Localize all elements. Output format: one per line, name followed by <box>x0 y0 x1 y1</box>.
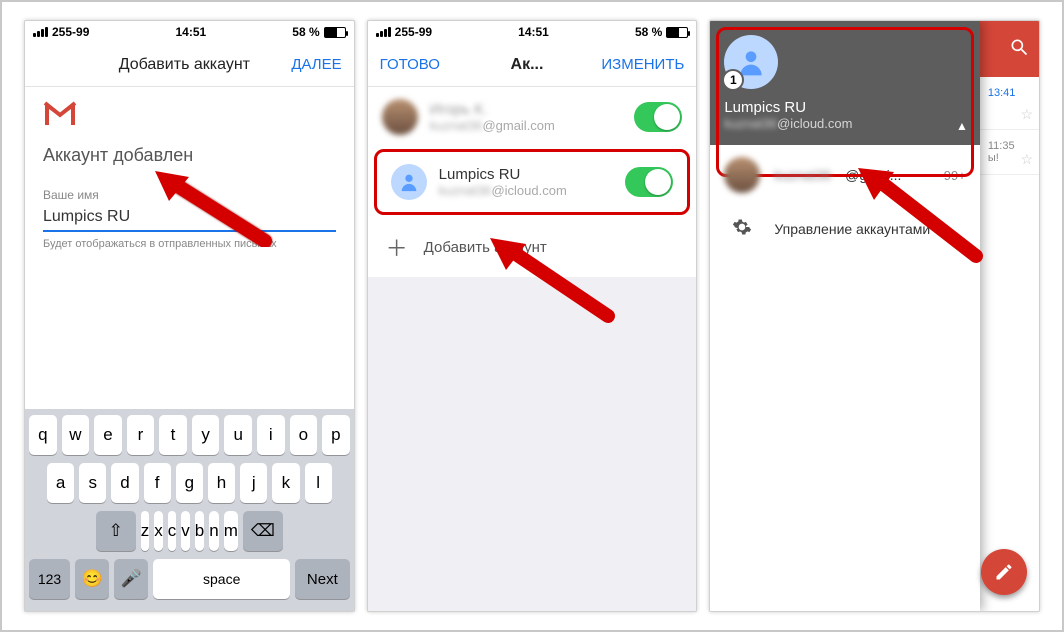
name-field-label: Ваше имя <box>43 188 336 202</box>
nav-title: Добавить аккаунт <box>117 56 252 74</box>
search-icon[interactable] <box>1009 37 1029 62</box>
status-time: 14:51 <box>518 25 549 39</box>
manage-accounts-label: Управление аккаунтами <box>774 221 930 237</box>
account-toggle[interactable] <box>625 167 673 197</box>
mail-item[interactable]: 13:41 ☆ <box>980 77 1039 130</box>
key-i[interactable]: i <box>257 415 285 455</box>
mail-item[interactable]: 11:35 ы! ☆ <box>980 130 1039 175</box>
key-u[interactable]: u <box>224 415 252 455</box>
key-b[interactable]: b <box>195 511 204 551</box>
keyboard[interactable]: qwertyuiop asdfghjkl ⇧ zxcvbnm ⌫ 123 😊 🎤… <box>25 409 354 611</box>
highlight-box: Lumpics RU kuznat36@icloud.com <box>374 149 691 215</box>
key-m[interactable]: m <box>224 511 238 551</box>
keyboard-next-key[interactable]: Next <box>295 559 350 599</box>
shift-key[interactable]: ⇧ <box>96 511 136 551</box>
plus-icon: ＋ <box>386 231 406 263</box>
avatar-icon <box>391 164 427 200</box>
status-time: 14:51 <box>175 25 206 39</box>
backspace-key[interactable]: ⌫ <box>243 511 283 551</box>
account-row-highlighted[interactable]: Lumpics RU kuznat36@icloud.com <box>377 152 688 212</box>
status-bar: 255-99 14:51 58 % <box>25 21 354 43</box>
avatar-icon <box>382 99 418 135</box>
phone-screen-3: 13:41 ☆ 11:35 ы! ☆ 1 Lumpics RU kuznat36… <box>709 20 1040 612</box>
space-key[interactable]: space <box>153 559 290 599</box>
edit-button[interactable]: ИЗМЕНИТЬ <box>594 56 684 73</box>
battery-icon <box>666 27 688 38</box>
manage-accounts-button[interactable]: Управление аккаунтами <box>710 205 980 252</box>
unread-count: 99+ <box>944 168 966 183</box>
carrier-label: 255-99 <box>395 25 432 39</box>
account-name: Lumpics RU <box>439 166 614 183</box>
drawer-account-email: kuznat36@icloud.com <box>724 116 966 131</box>
other-account-row[interactable]: kuznat36 @gmai... 99+ <box>710 145 980 205</box>
gmail-logo-icon <box>43 101 77 127</box>
key-n[interactable]: n <box>209 511 218 551</box>
key-s[interactable]: s <box>79 463 106 503</box>
key-h[interactable]: h <box>208 463 235 503</box>
inbox-underlay: 13:41 ☆ 11:35 ы! ☆ <box>980 21 1039 611</box>
star-icon[interactable]: ☆ <box>1020 106 1033 123</box>
add-account-label: Добавить аккаунт <box>424 239 547 256</box>
nav-bar: Добавить аккаунт ДАЛЕЕ <box>25 43 354 87</box>
key-c[interactable]: c <box>168 511 177 551</box>
key-g[interactable]: g <box>176 463 203 503</box>
key-f[interactable]: f <box>144 463 171 503</box>
carrier-label: 255-99 <box>52 25 89 39</box>
key-d[interactable]: d <box>111 463 138 503</box>
key-r[interactable]: r <box>127 415 155 455</box>
drawer-header[interactable]: 1 Lumpics RU kuznat36@icloud.com ▲ <box>710 21 980 145</box>
key-o[interactable]: o <box>290 415 318 455</box>
nav-bar: ГОТОВО Ак... ИЗМЕНИТЬ <box>368 43 697 87</box>
account-added-label: Аккаунт добавлен <box>43 145 336 166</box>
other-account-email: @gmai... <box>845 167 901 183</box>
add-account-button[interactable]: ＋ Добавить аккаунт <box>368 217 697 277</box>
battery-icon <box>324 27 346 38</box>
emoji-key[interactable]: 😊 <box>75 559 109 599</box>
battery-percent: 58 % <box>292 25 319 39</box>
battery-percent: 58 % <box>635 25 662 39</box>
signal-icon <box>33 27 48 37</box>
key-z[interactable]: z <box>141 511 150 551</box>
key-t[interactable]: t <box>159 415 187 455</box>
key-a[interactable]: a <box>47 463 74 503</box>
phone-screen-2: 255-99 14:51 58 % ГОТОВО Ак... ИЗМЕНИТЬ … <box>367 20 698 612</box>
status-bar: 255-99 14:51 58 % <box>368 21 697 43</box>
key-v[interactable]: v <box>181 511 190 551</box>
key-w[interactable]: w <box>62 415 90 455</box>
drawer-account-name: Lumpics RU <box>724 99 966 116</box>
star-icon[interactable]: ☆ <box>1020 151 1033 168</box>
key-l[interactable]: l <box>305 463 332 503</box>
name-input[interactable] <box>43 202 336 232</box>
key-p[interactable]: p <box>322 415 350 455</box>
signal-icon <box>376 27 391 37</box>
account-toggle[interactable] <box>634 102 682 132</box>
key-j[interactable]: j <box>240 463 267 503</box>
nav-drawer: 1 Lumpics RU kuznat36@icloud.com ▲ kuzna… <box>710 21 980 611</box>
key-k[interactable]: k <box>272 463 299 503</box>
done-button[interactable]: ГОТОВО <box>380 56 460 73</box>
key-x[interactable]: x <box>154 511 163 551</box>
current-avatar-icon: 1 <box>724 35 778 89</box>
key-q[interactable]: q <box>29 415 57 455</box>
phone-screen-1: 255-99 14:51 58 % Добавить аккаунт ДАЛЕЕ… <box>24 20 355 612</box>
account-row[interactable]: Игорь К. kuznat36@gmail.com <box>368 87 697 147</box>
key-e[interactable]: e <box>94 415 122 455</box>
account-count-badge: 1 <box>722 69 744 91</box>
key-y[interactable]: y <box>192 415 220 455</box>
mic-key[interactable]: 🎤 <box>114 559 148 599</box>
avatar-icon <box>724 157 760 193</box>
expand-caret-icon[interactable]: ▲ <box>956 119 968 133</box>
compose-fab[interactable] <box>981 549 1027 595</box>
numbers-key[interactable]: 123 <box>29 559 70 599</box>
account-email: kuznat36@icloud.com <box>439 183 614 198</box>
name-helper-text: Будет отображаться в отправленных письма… <box>43 238 336 250</box>
nav-title: Ак... <box>460 56 595 74</box>
next-button[interactable]: ДАЛЕЕ <box>252 56 342 73</box>
account-email: kuznat36@gmail.com <box>430 118 623 133</box>
app-topbar <box>980 21 1039 77</box>
account-name: Игорь К. <box>430 101 623 118</box>
gear-icon <box>732 217 752 240</box>
